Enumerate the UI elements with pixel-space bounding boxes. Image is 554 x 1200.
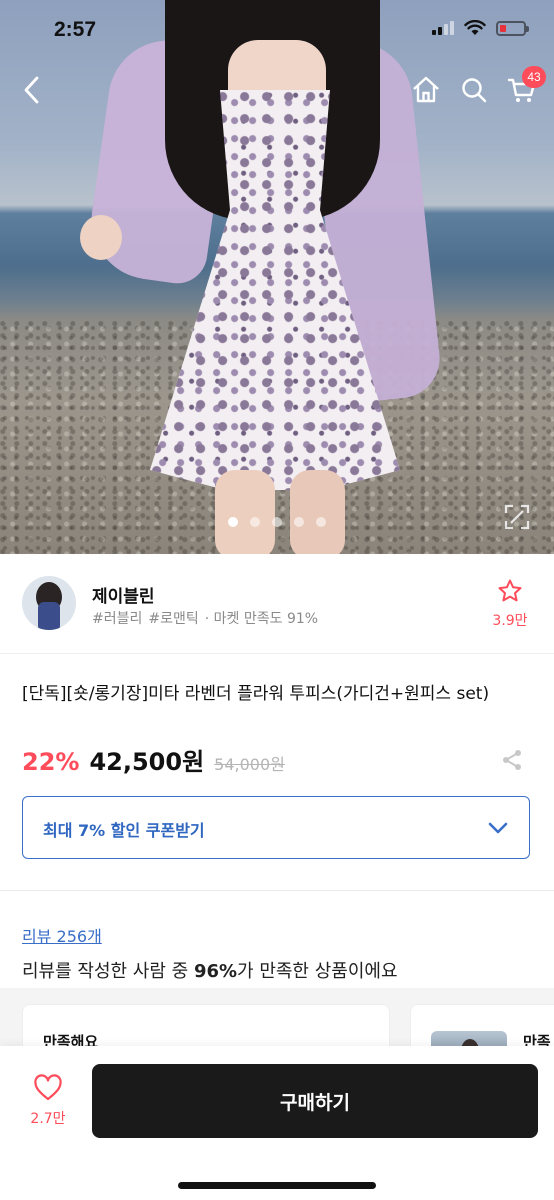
carousel-dot[interactable] bbox=[294, 517, 304, 527]
coupon-button[interactable]: 최대 7% 할인 쿠폰받기 bbox=[22, 796, 530, 859]
home-icon bbox=[413, 76, 439, 103]
favorite-count: 3.9만 bbox=[492, 613, 528, 629]
product-title: [단독][숏/롱기장]미타 라벤더 플라워 투피스(가디건+원피스 set) bbox=[22, 684, 490, 704]
review-summary-prefix: 리뷰를 작성한 사람 중 bbox=[22, 961, 194, 982]
expand-image-button[interactable] bbox=[502, 502, 532, 532]
cart-count-badge: 43 bbox=[522, 66, 546, 88]
image-leg-left bbox=[215, 470, 275, 554]
like-count: 2.7만 bbox=[30, 1111, 66, 1127]
battery-icon bbox=[496, 20, 529, 36]
seller-satisfaction: · 마켓 만족도 91% bbox=[204, 611, 319, 627]
signal-icon bbox=[432, 21, 454, 35]
cart-button[interactable]: 43 bbox=[502, 66, 546, 110]
carousel-dot[interactable] bbox=[316, 517, 326, 527]
seller-tags: #러블리 #로맨틱 · 마켓 만족도 91% bbox=[92, 608, 318, 628]
like-button[interactable]: 2.7만 bbox=[24, 1074, 72, 1128]
buy-button[interactable]: 구매하기 bbox=[92, 1064, 538, 1138]
seller-tag: #로맨틱 bbox=[148, 611, 199, 627]
share-icon bbox=[503, 750, 521, 770]
status-time: 2:57 bbox=[54, 18, 97, 41]
carousel-dot[interactable] bbox=[228, 517, 238, 527]
sale-price: 42,500원 bbox=[89, 748, 205, 776]
review-satisfaction-percent: 96% bbox=[193, 961, 238, 982]
seller-favorite-button[interactable]: 3.9만 bbox=[490, 578, 530, 630]
wifi-icon bbox=[464, 20, 486, 35]
home-button[interactable] bbox=[406, 70, 446, 110]
original-price: 54,000원 bbox=[214, 755, 285, 774]
seller-tag: #러블리 bbox=[92, 611, 143, 627]
share-button[interactable] bbox=[500, 748, 524, 772]
status-icons bbox=[432, 20, 529, 36]
search-icon bbox=[462, 78, 487, 103]
seller-avatar[interactable] bbox=[22, 576, 76, 630]
review-summary-suffix: 가 만족한 상품이에요 bbox=[237, 961, 398, 982]
carousel-dot[interactable] bbox=[250, 517, 260, 527]
search-button[interactable] bbox=[454, 70, 494, 110]
review-summary: 리뷰를 작성한 사람 중 96%가 만족한 상품이에요 bbox=[22, 957, 398, 983]
image-hand bbox=[80, 215, 122, 260]
chevron-down-icon bbox=[488, 822, 508, 834]
section-divider bbox=[0, 890, 554, 891]
star-icon bbox=[498, 579, 522, 602]
heart-icon bbox=[34, 1074, 62, 1101]
seller-name[interactable]: 제이블린 bbox=[92, 582, 155, 607]
seller-section[interactable] bbox=[0, 554, 554, 654]
expand-icon bbox=[504, 504, 530, 530]
home-indicator bbox=[178, 1182, 376, 1189]
review-count-link[interactable]: 리뷰 256개 bbox=[22, 923, 102, 947]
carousel-indicator bbox=[0, 517, 554, 527]
chevron-left-icon bbox=[24, 76, 39, 104]
discount-rate: 22% bbox=[22, 748, 80, 776]
price-row: 22% 42,500원 54,000원 bbox=[22, 742, 285, 777]
coupon-label: 최대 7% 할인 쿠폰받기 bbox=[43, 821, 205, 840]
carousel-dot[interactable] bbox=[272, 517, 282, 527]
image-leg-right bbox=[290, 470, 345, 554]
back-button[interactable] bbox=[12, 70, 52, 110]
